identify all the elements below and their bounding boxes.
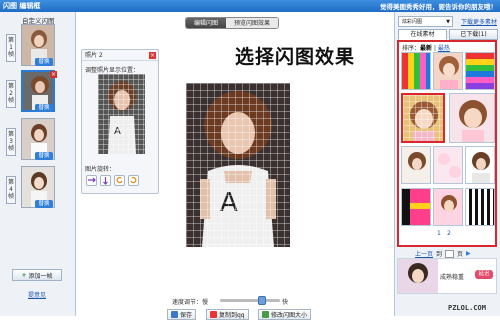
add-icon: + xyxy=(21,271,27,279)
title-bar: 闪图 编辑框 觉得美图秀秀好用，要告诉你的朋友哦！ xyxy=(0,0,500,12)
overlay-caption: 选择闪图效果 xyxy=(235,46,356,68)
frame-item-1[interactable]: 第1帧 替换 xyxy=(3,24,73,70)
effect-thumb[interactable] xyxy=(401,146,431,184)
sort-row: 排序：最新 | 最热 xyxy=(402,45,450,52)
speed-fast-label: 快 xyxy=(282,299,289,306)
ad-text: 成熟稳重 xyxy=(440,274,465,281)
page-number-1[interactable]: 1 xyxy=(437,230,441,237)
effect-thumb-selected[interactable] xyxy=(401,93,445,143)
effect-thumb[interactable] xyxy=(465,146,495,184)
effect-thumb[interactable] xyxy=(433,188,463,226)
save-button[interactable]: 保存 xyxy=(167,309,197,320)
main-photo-preview: A xyxy=(186,83,290,247)
page-suffix: 页 xyxy=(457,251,464,258)
qq-icon xyxy=(210,311,217,318)
frame-label: 第3帧 xyxy=(6,128,16,156)
flip-vertical-icon[interactable] xyxy=(100,175,111,186)
tab-downloaded[interactable]: 已下载(1) xyxy=(449,29,498,40)
mode-tabs: 编辑闪图 预览闪图效果 xyxy=(185,17,280,29)
slider-knob[interactable] xyxy=(258,296,266,305)
sort-hot[interactable]: 最热 xyxy=(438,45,450,52)
copy-label: 复制到qq xyxy=(219,312,245,319)
effect-grid: 排序：最新 | 最热 1 2 xyxy=(397,40,497,247)
adjust-position-label: 调整照片显示位置： xyxy=(85,67,140,74)
speed-slider[interactable] xyxy=(220,296,280,305)
replace-button[interactable]: 替换 xyxy=(35,200,53,208)
resize-label: 修改闪图大小 xyxy=(271,312,308,319)
copy-to-qq-button[interactable]: 复制到qq xyxy=(206,309,249,320)
download-more-link[interactable]: 下载更多素材 xyxy=(461,17,497,26)
panel-title: 照片 2 xyxy=(82,50,158,61)
frame-item-2[interactable]: 第2帧 × 替换 xyxy=(3,70,73,116)
effect-thumb[interactable] xyxy=(433,146,463,184)
effect-thumb[interactable] xyxy=(401,52,431,90)
dropdown-value: 炫彩闪图 xyxy=(402,19,423,25)
replace-button[interactable]: 替换 xyxy=(35,58,53,66)
sort-label: 排序： xyxy=(402,45,421,52)
frame-label: 第2帧 xyxy=(6,80,16,108)
effect-thumb[interactable] xyxy=(449,93,495,143)
frame-label: 第4帧 xyxy=(6,176,16,204)
tab-preview[interactable]: 预览闪图效果 xyxy=(226,18,279,28)
rotate-label: 图片旋转： xyxy=(85,166,116,173)
title-notice: 觉得美图秀秀好用，要告诉你的朋友哦！ xyxy=(380,3,497,11)
save-icon xyxy=(171,311,178,318)
rotate-left-icon[interactable] xyxy=(114,175,125,186)
rotate-right-icon[interactable] xyxy=(128,175,139,186)
frame-sidebar: 自定义闪图 第1帧 替换 第2帧 × 替换 第3帧 替换 第4帧 替换 + 添加… xyxy=(0,12,76,316)
tab-online[interactable]: 在线素材 xyxy=(398,29,447,40)
page-number-2[interactable]: 2 xyxy=(447,230,451,237)
replace-button[interactable]: 替换 xyxy=(35,152,53,160)
go-icon[interactable]: ▶ xyxy=(466,250,471,257)
add-frame-label: 添加一帧 xyxy=(28,272,53,280)
replace-button[interactable]: 替换 xyxy=(35,104,53,112)
delete-frame-icon[interactable]: × xyxy=(50,71,57,78)
category-dropdown[interactable]: 炫彩闪图 ▼ xyxy=(398,16,453,27)
watermark: PZLOL.COM xyxy=(448,304,486,312)
save-label: 保存 xyxy=(180,312,193,319)
frame-item-3[interactable]: 第3帧 替换 xyxy=(3,118,73,164)
resize-button[interactable]: 修改闪图大小 xyxy=(258,309,312,320)
effect-thumb[interactable] xyxy=(465,52,495,90)
ad-avatar xyxy=(398,259,438,293)
page-input[interactable] xyxy=(445,249,455,258)
effect-thumb[interactable] xyxy=(401,188,431,226)
chevron-down-icon: ▼ xyxy=(446,19,450,25)
frame-item-4[interactable]: 第4帧 替换 xyxy=(3,166,73,212)
close-icon[interactable]: × xyxy=(149,52,156,59)
effect-thumb[interactable] xyxy=(465,188,495,226)
frame-label: 第1帧 xyxy=(6,34,16,62)
resize-icon xyxy=(262,311,269,318)
effect-thumb[interactable] xyxy=(433,52,463,90)
ad-banner[interactable]: 成熟稳重 延迟 xyxy=(397,258,497,294)
pager: 上一页 到 页 ▶ xyxy=(415,249,471,258)
photo-adjust-panel: 照片 2 × 调整照片显示位置： A 图片旋转： xyxy=(81,49,159,194)
speed-label: 速度调节：慢 xyxy=(172,299,209,306)
add-frame-button[interactable]: + 添加一帧 xyxy=(12,269,62,281)
prev-page-link[interactable]: 上一页 xyxy=(415,249,433,258)
material-tabs: 在线素材 已下载(1) xyxy=(398,29,498,40)
flip-horizontal-icon[interactable] xyxy=(86,175,97,186)
ad-button[interactable]: 延迟 xyxy=(475,270,493,279)
editor-canvas: 编辑闪图 预览闪图效果 选择闪图效果 照片 2 × 调整照片显示位置： A 图片… xyxy=(77,12,393,320)
position-preview[interactable]: A xyxy=(98,74,145,154)
window-title: 闪图 编辑框 xyxy=(3,2,41,10)
material-panel: 炫彩闪图 ▼ 下载更多素材 在线素材 已下载(1) 排序：最新 | 最热 1 2… xyxy=(394,12,500,316)
goto-label: 到 xyxy=(436,251,443,258)
tab-edit[interactable]: 编辑闪图 xyxy=(186,18,227,28)
sort-latest[interactable]: 最新 xyxy=(420,45,432,52)
feedback-link[interactable]: 提意见 xyxy=(28,290,46,299)
